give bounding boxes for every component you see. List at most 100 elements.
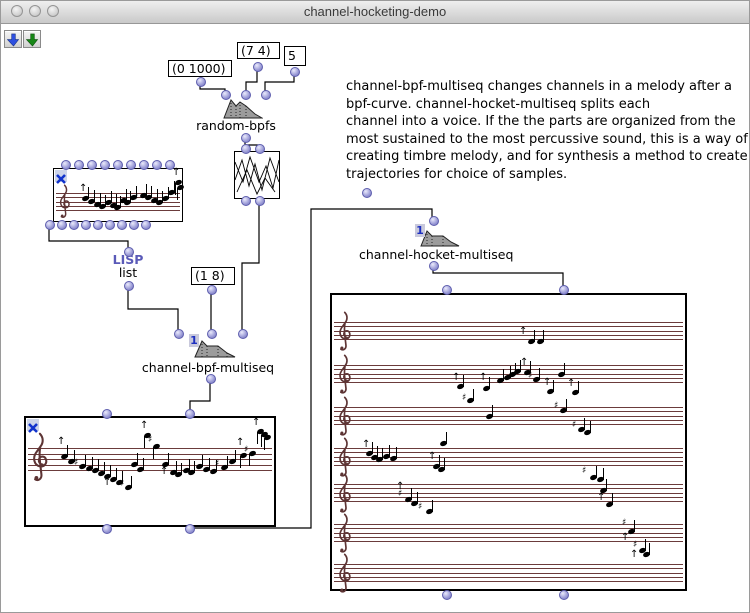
treble-clef-icon — [336, 553, 352, 595]
port[interactable] — [81, 220, 91, 230]
note-stem — [88, 187, 89, 199]
port[interactable] — [207, 329, 217, 339]
note-stem — [137, 453, 138, 465]
port[interactable] — [290, 67, 300, 77]
port[interactable] — [126, 160, 136, 170]
channel-bpf-multiseq-label: channel-bpf-multiseq — [133, 360, 283, 375]
port[interactable] — [241, 196, 251, 206]
port[interactable] — [185, 409, 195, 419]
port[interactable] — [241, 144, 251, 154]
comment-line: trajectories for choice of samples. — [346, 166, 748, 184]
bpf-curves-icon — [235, 152, 279, 198]
port[interactable] — [61, 160, 71, 170]
sharp-mark: ♯ — [418, 503, 422, 512]
port[interactable] — [559, 590, 569, 600]
port[interactable] — [45, 220, 55, 230]
sharp-mark: ♯ — [622, 519, 626, 528]
comment-line: channel into a voice. If the the parts a… — [346, 113, 748, 131]
value-box-5[interactable]: 5 — [284, 46, 306, 66]
channel-bpf-multiseq-box[interactable] — [194, 337, 236, 362]
score-editor-melody[interactable]: ↑♯↑♯↑♯↑♯↑♯↑ — [24, 416, 276, 527]
port[interactable] — [196, 77, 206, 87]
note-stem — [227, 456, 228, 468]
port[interactable] — [105, 220, 115, 230]
port[interactable] — [429, 216, 439, 226]
score-editor-hocket[interactable]: ↑↑♯↑↑♯↑↑♯♯↑↑♯↑♯♯↑♯↑♯↑ — [330, 293, 687, 591]
port[interactable] — [139, 160, 149, 170]
port[interactable] — [241, 90, 251, 100]
patch-wire — [433, 268, 563, 286]
comment-line: most sustained to the most percussive so… — [346, 131, 748, 149]
note-stem — [396, 447, 397, 459]
note-stem — [110, 465, 111, 477]
port[interactable] — [207, 285, 217, 295]
note-stem — [539, 368, 540, 380]
port[interactable] — [69, 220, 79, 230]
port[interactable] — [253, 62, 263, 72]
patch-wire — [246, 69, 257, 91]
port[interactable] — [241, 133, 251, 143]
port[interactable] — [87, 160, 97, 170]
port[interactable] — [102, 524, 112, 534]
port[interactable] — [124, 247, 134, 257]
port[interactable] — [117, 220, 127, 230]
treble-clef-icon — [336, 396, 352, 438]
port[interactable] — [221, 90, 231, 100]
port[interactable] — [165, 160, 175, 170]
note-stem — [432, 500, 433, 512]
note-stem — [92, 457, 93, 469]
port[interactable] — [57, 220, 67, 230]
port[interactable] — [559, 285, 569, 295]
score-editor-input[interactable]: ↑♯↑ — [53, 168, 183, 222]
bpf-curve-view[interactable] — [234, 151, 280, 199]
note-stem — [202, 455, 203, 467]
sharp-mark: ♯ — [528, 372, 532, 381]
bpf-mountain-icon — [420, 227, 460, 247]
port[interactable] — [442, 285, 452, 295]
port[interactable] — [206, 374, 216, 384]
value-box-7-4[interactable]: (7 4) — [237, 42, 280, 59]
port[interactable] — [74, 160, 84, 170]
port[interactable] — [100, 160, 110, 170]
port[interactable] — [185, 524, 195, 534]
port[interactable] — [174, 329, 184, 339]
sharp-mark: ♯ — [215, 460, 219, 469]
eval-down-blue-button[interactable] — [4, 30, 22, 48]
port[interactable] — [362, 188, 372, 198]
blue-down-arrow-icon — [7, 33, 20, 47]
port[interactable] — [442, 590, 452, 600]
port[interactable] — [238, 329, 248, 339]
port[interactable] — [102, 409, 112, 419]
port[interactable] — [113, 160, 123, 170]
staff-line — [334, 382, 683, 383]
treble-clef-icon — [336, 354, 352, 396]
sharp-mark: ♯ — [244, 446, 248, 455]
close-x-icon[interactable] — [27, 419, 39, 431]
port[interactable] — [255, 144, 265, 154]
lisp-list-box[interactable]: LISP list — [98, 253, 158, 280]
port[interactable] — [141, 220, 151, 230]
close-x-icon[interactable] — [55, 170, 67, 182]
staff-line — [334, 581, 683, 582]
eval-down-green-button[interactable] — [23, 30, 41, 48]
value-box-1-8[interactable]: (1 8) — [191, 267, 235, 285]
port[interactable] — [93, 220, 103, 230]
note-stem — [564, 363, 565, 375]
note-stem — [566, 399, 567, 411]
note-stem — [111, 191, 112, 203]
arrow-mark: ↑ — [79, 184, 87, 194]
patch-wire — [265, 74, 294, 91]
staff-line — [334, 484, 683, 485]
port[interactable] — [261, 90, 271, 100]
port[interactable] — [124, 281, 134, 291]
value-box-0-1000[interactable]: (0 1000) — [168, 60, 232, 77]
note-stem — [534, 330, 535, 342]
treble-clef-icon — [29, 432, 49, 484]
port[interactable] — [429, 261, 439, 271]
window-title: channel-hocketing-demo — [1, 1, 749, 23]
sharp-mark: ♯ — [148, 436, 152, 445]
port[interactable] — [129, 220, 139, 230]
port[interactable] — [152, 160, 162, 170]
note-stem — [264, 438, 265, 450]
port[interactable] — [255, 196, 265, 206]
